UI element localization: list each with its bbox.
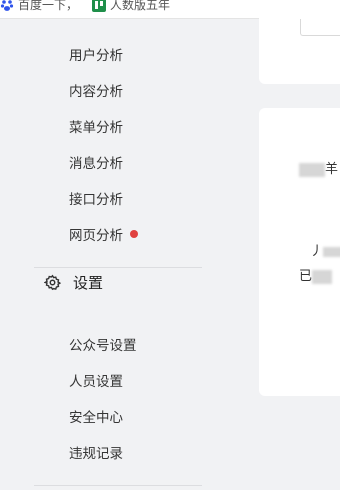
sidebar-divider (34, 485, 202, 486)
sidebar-item-menu-analysis[interactable]: 菜单分析 (69, 116, 123, 136)
blurred-content (312, 269, 333, 284)
green-bookmark-icon (92, 0, 106, 12)
sidebar-item-violation-records[interactable]: 违规记录 (69, 442, 123, 462)
search-input[interactable] (300, 19, 340, 36)
sidebar-item-label: 内容分析 (69, 84, 123, 100)
sidebar-item-staff-settings[interactable]: 人员设置 (69, 370, 123, 390)
bookmark-label: 百度一下， (18, 0, 79, 12)
sidebar-item-webpage-analysis[interactable]: 网页分析 (69, 224, 138, 244)
sidebar-item-label: 违规记录 (69, 446, 123, 462)
sidebar-item-content-analysis[interactable]: 内容分析 (69, 80, 123, 100)
sidebar-item-label: 公众号设置 (69, 338, 137, 354)
sidebar-item-label: 接口分析 (69, 192, 123, 208)
card-text-blurred: 丿 (310, 240, 340, 259)
sidebar-item-user-analysis[interactable]: 用户分析 (69, 44, 123, 64)
sidebar-item-account-settings[interactable]: 公众号设置 (69, 334, 137, 354)
sidebar-item-label: 安全中心 (69, 410, 123, 426)
bookmark-renshu[interactable]: 人数版五年 (92, 0, 170, 13)
sidebar-divider (34, 267, 202, 268)
sidebar-item-label: 菜单分析 (69, 120, 123, 136)
sidebar-item-label: 人员设置 (69, 374, 123, 390)
gear-icon (43, 274, 62, 291)
card-text-blurred: 羊 (299, 158, 338, 177)
sidebar-item-api-analysis[interactable]: 接口分析 (69, 188, 123, 208)
sidebar-item-message-analysis[interactable]: 消息分析 (69, 152, 123, 172)
sidebar-item-security-center[interactable]: 安全中心 (69, 406, 123, 426)
bookmark-baidu[interactable]: 百度一下， (0, 0, 78, 13)
content-card (259, 0, 340, 84)
sidebar-item-label: 网页分析 (69, 228, 123, 244)
bookmark-label: 人数版五年 (110, 0, 171, 12)
sidebar-item-label: 用户分析 (69, 48, 123, 64)
sidebar-item-label: 消息分析 (69, 156, 123, 172)
section-title: 设置 (73, 274, 104, 292)
blurred-content (299, 162, 325, 177)
card-text-blurred: 已 (299, 265, 333, 284)
baidu-paw-icon (0, 0, 14, 12)
sidebar-section-settings[interactable]: 设置 (43, 272, 104, 293)
notification-dot (130, 230, 138, 238)
blurred-content (323, 246, 340, 257)
